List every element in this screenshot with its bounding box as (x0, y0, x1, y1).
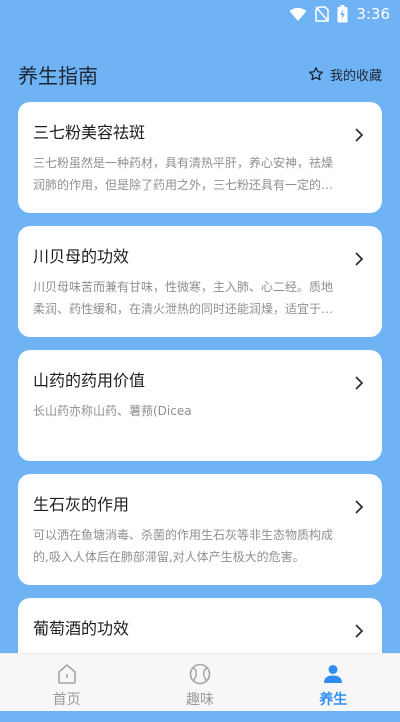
tab-label: 养生 (319, 692, 348, 708)
bottom-tab-bar: 首页 趣味 养生 (0, 653, 400, 711)
article-summary: 长山药亦称山药、薯蓣(Dicea (33, 404, 192, 418)
tab-label: 趣味 (185, 692, 214, 708)
tab-home[interactable]: 首页 (0, 654, 133, 711)
person-icon (324, 665, 343, 683)
home-icon (57, 664, 76, 684)
status-time: 3:36 (356, 5, 390, 23)
tab-label: 首页 (52, 692, 81, 708)
star-icon (308, 67, 323, 81)
article-title: 山药的药用价值 (33, 371, 146, 390)
chevron-right-icon (355, 500, 364, 514)
tab-health[interactable]: 养生 (267, 654, 400, 711)
article-card[interactable]: 川贝母的功效 川贝母味苦而兼有甘味，性微寒，主入肺、心二经。质地柔润、药性缓和，… (18, 226, 382, 337)
favorites-button[interactable]: 我的收藏 (308, 65, 382, 84)
page-title: 养生指南 (18, 63, 98, 88)
chevron-right-icon (355, 624, 364, 638)
article-title: 三七粉美容祛斑 (33, 123, 146, 142)
chevron-right-icon (355, 376, 364, 390)
battery-icon (337, 5, 348, 23)
ball-icon (189, 663, 211, 685)
article-title: 葡萄酒的功效 (33, 619, 130, 638)
tab-fun[interactable]: 趣味 (133, 654, 266, 711)
chevron-right-icon (355, 252, 364, 266)
article-list: 三七粉美容祛斑 三七粉虽然是一种药材，具有清热平肝，养心安神，祛燥润肺的作用，但… (18, 102, 382, 722)
page-header: 养生指南 我的收藏 (18, 58, 382, 90)
wifi-icon (289, 7, 307, 21)
favorites-label: 我的收藏 (329, 68, 382, 84)
article-title: 川贝母的功效 (33, 247, 130, 266)
article-summary: 可以洒在鱼塘消毒、杀菌的作用生石灰等非生态物质构成的,吸入人体后在肺部滞留,对人… (33, 528, 334, 564)
article-summary: 三七粉虽然是一种药材，具有清热平肝，养心安神，祛燥润肺的作用，但是除了药用之外，… (33, 156, 334, 192)
article-title: 生石灰的作用 (33, 495, 130, 514)
article-card[interactable]: 生石灰的作用 可以洒在鱼塘消毒、杀菌的作用生石灰等非生态物质构成的,吸入人体后在… (18, 474, 382, 585)
article-card[interactable]: 山药的药用价值 长山药亦称山药、薯蓣(Dicea (18, 350, 382, 461)
article-card[interactable]: 三七粉美容祛斑 三七粉虽然是一种药材，具有清热平肝，养心安神，祛燥润肺的作用，但… (18, 102, 382, 213)
chevron-right-icon (355, 128, 364, 142)
status-bar: 3:36 (0, 0, 400, 28)
article-summary: 川贝母味苦而兼有甘味，性微寒，主入肺、心二经。质地柔润、药性缓和，在清火泄热的同… (33, 280, 334, 316)
no-sim-icon (315, 6, 330, 22)
